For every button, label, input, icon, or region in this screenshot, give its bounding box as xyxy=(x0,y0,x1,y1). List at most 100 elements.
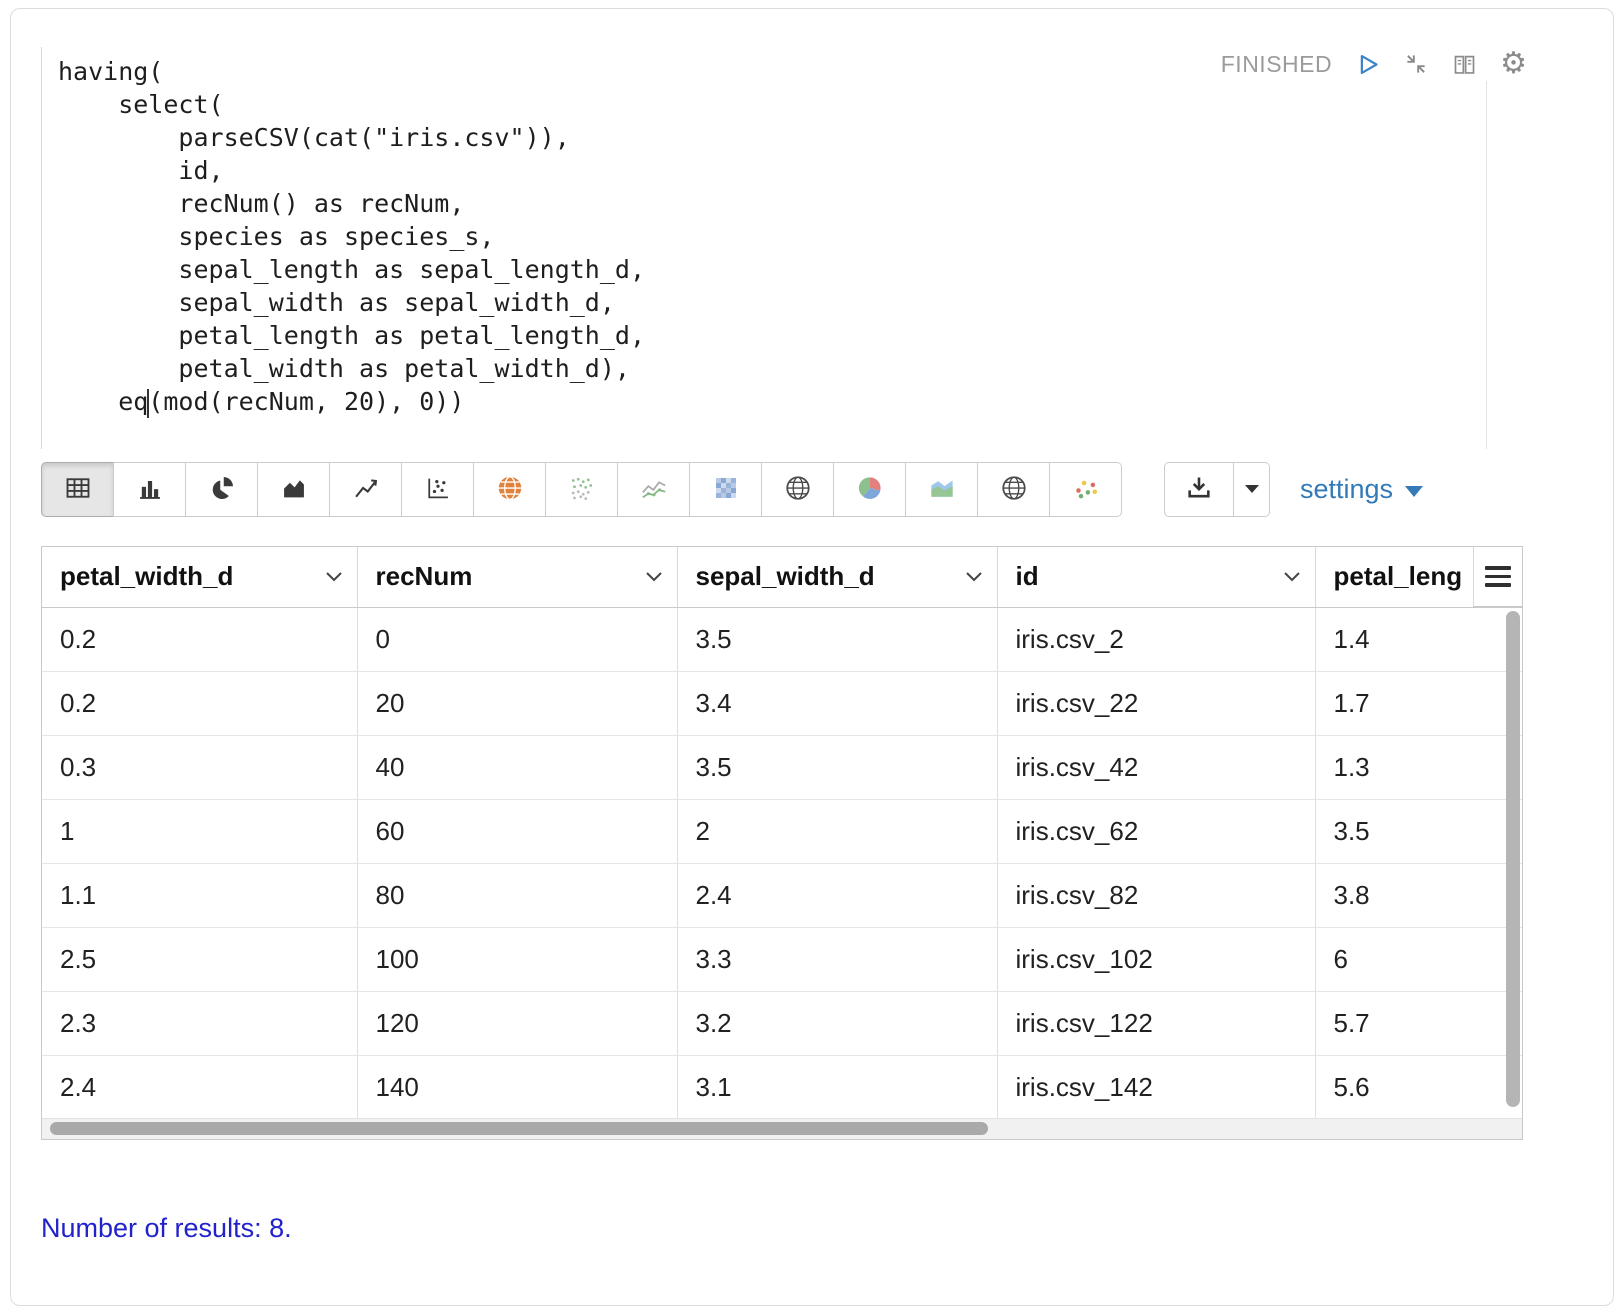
cell: 0.2 xyxy=(42,671,357,735)
cell: 1.1 xyxy=(42,863,357,927)
chevron-down-icon xyxy=(1405,486,1423,497)
chevron-down-icon xyxy=(1245,485,1259,493)
cell: iris.csv_82 xyxy=(997,863,1315,927)
chart-type-pie-button[interactable] xyxy=(185,462,258,517)
horizontal-scrollbar-thumb[interactable] xyxy=(50,1122,988,1135)
table-row: 1.1802.4iris.csv_823.8 xyxy=(42,863,1522,927)
scatter-matrix-icon xyxy=(567,473,597,506)
visualization-toolbar: settings xyxy=(41,461,1585,517)
toggle-editor-icon[interactable] xyxy=(1451,51,1478,78)
table-header-row: petal_width_d recNum sepal_width_d id pe… xyxy=(42,547,1522,607)
horizontal-scrollbar[interactable] xyxy=(42,1118,1522,1139)
table-row: 2.41403.1iris.csv_1425.6 xyxy=(42,1055,1522,1119)
chart-type-bar-button[interactable] xyxy=(113,462,186,517)
notebook-paragraph-panel: having( select( parseCSV(cat("iris.csv")… xyxy=(10,8,1614,1306)
cell: iris.csv_22 xyxy=(997,671,1315,735)
results-count: Number of results: 8. xyxy=(41,1213,292,1244)
chart-type-scatter-matrix-button[interactable] xyxy=(545,462,618,517)
column-header[interactable]: recNum xyxy=(357,547,677,607)
settings-toggle[interactable]: settings xyxy=(1300,474,1423,505)
cell: 5.7 xyxy=(1315,991,1522,1055)
cell: 140 xyxy=(357,1055,677,1119)
cell: 3.5 xyxy=(677,735,997,799)
cell: 20 xyxy=(357,671,677,735)
settings-label: settings xyxy=(1300,474,1393,505)
chart-type-heatmap-button[interactable] xyxy=(689,462,762,517)
column-dropdown-chevron-icon[interactable] xyxy=(965,571,983,582)
column-dropdown-chevron-icon[interactable] xyxy=(325,571,343,582)
globe-orange-icon xyxy=(495,473,525,506)
column-header[interactable]: petal_width_d xyxy=(42,547,357,607)
scatter-chart-icon xyxy=(424,474,452,505)
column-dropdown-chevron-icon[interactable] xyxy=(1283,571,1301,582)
run-icon[interactable] xyxy=(1354,51,1381,78)
area-chart-icon xyxy=(280,474,308,505)
cell: 40 xyxy=(357,735,677,799)
hamburger-icon xyxy=(1485,566,1511,570)
chart-type-colored-scatter-button[interactable] xyxy=(1049,462,1122,517)
table-grid-icon xyxy=(64,474,92,505)
cell: 2.4 xyxy=(677,863,997,927)
table-row: 0.3403.5iris.csv_421.3 xyxy=(42,735,1522,799)
cell: 80 xyxy=(357,863,677,927)
paragraph-status: FINISHED xyxy=(1221,51,1332,78)
cell: 3.2 xyxy=(677,991,997,1055)
chart-type-map-2-button[interactable] xyxy=(977,462,1050,517)
chart-type-table-button[interactable] xyxy=(41,462,114,517)
column-header[interactable]: sepal_width_d xyxy=(677,547,997,607)
column-header[interactable]: id xyxy=(997,547,1315,607)
query-code[interactable]: having( select( parseCSV(cat("iris.csv")… xyxy=(58,55,1485,418)
globe-icon xyxy=(999,473,1029,506)
cell: 0 xyxy=(357,607,677,671)
chart-type-line-button[interactable] xyxy=(329,462,402,517)
colored-pie-chart-icon xyxy=(855,473,885,506)
colored-scatter-icon xyxy=(1071,473,1101,506)
cell: 60 xyxy=(357,799,677,863)
paragraph-controls: FINISHED ⚙ xyxy=(1221,49,1527,79)
editor-scrollbar[interactable] xyxy=(1486,81,1487,449)
chart-type-scatter-button[interactable] xyxy=(401,462,474,517)
cell: 0.3 xyxy=(42,735,357,799)
code-editor[interactable]: having( select( parseCSV(cat("iris.csv")… xyxy=(41,41,1585,449)
column-dropdown-chevron-icon[interactable] xyxy=(645,571,663,582)
chart-type-colored-area-button[interactable] xyxy=(905,462,978,517)
gear-icon[interactable]: ⚙ xyxy=(1500,49,1527,79)
cell: 3.8 xyxy=(1315,863,1522,927)
cell: 5.6 xyxy=(1315,1055,1522,1119)
table-row: 1602iris.csv_623.5 xyxy=(42,799,1522,863)
download-icon xyxy=(1185,474,1213,505)
download-dropdown-button[interactable] xyxy=(1233,462,1270,517)
shrink-icon[interactable] xyxy=(1403,51,1429,77)
cell: 120 xyxy=(357,991,677,1055)
chart-type-map-orange-button[interactable] xyxy=(473,462,546,517)
cell: iris.csv_2 xyxy=(997,607,1315,671)
results-table: petal_width_d recNum sepal_width_d id pe… xyxy=(41,546,1523,1140)
chart-type-area-button[interactable] xyxy=(257,462,330,517)
chart-type-colored-pie-button[interactable] xyxy=(833,462,906,517)
text-cursor xyxy=(147,389,149,418)
chart-type-group xyxy=(41,462,1122,517)
cell: 3.1 xyxy=(677,1055,997,1119)
globe-icon xyxy=(783,473,813,506)
pie-chart-icon xyxy=(208,474,236,505)
cell: 0.2 xyxy=(42,607,357,671)
chart-type-multi-line-button[interactable] xyxy=(617,462,690,517)
cell: 1.3 xyxy=(1315,735,1522,799)
cell: iris.csv_62 xyxy=(997,799,1315,863)
cell: 1.7 xyxy=(1315,671,1522,735)
vertical-scrollbar[interactable] xyxy=(1506,611,1520,1113)
colored-area-chart-icon xyxy=(927,473,957,506)
vertical-scrollbar-thumb[interactable] xyxy=(1506,611,1520,1107)
editor-content-area[interactable]: having( select( parseCSV(cat("iris.csv")… xyxy=(41,47,1485,449)
cell: iris.csv_122 xyxy=(997,991,1315,1055)
cell: 6 xyxy=(1315,927,1522,991)
cell: iris.csv_42 xyxy=(997,735,1315,799)
multi-line-chart-icon xyxy=(639,473,669,506)
cell: 3.3 xyxy=(677,927,997,991)
bar-chart-icon xyxy=(136,474,164,505)
chart-type-map-1-button[interactable] xyxy=(761,462,834,517)
table-row: 0.203.5iris.csv_21.4 xyxy=(42,607,1522,671)
table-menu-button[interactable] xyxy=(1473,547,1522,607)
table-row: 2.51003.3iris.csv_1026 xyxy=(42,927,1522,991)
download-button[interactable] xyxy=(1164,462,1234,517)
